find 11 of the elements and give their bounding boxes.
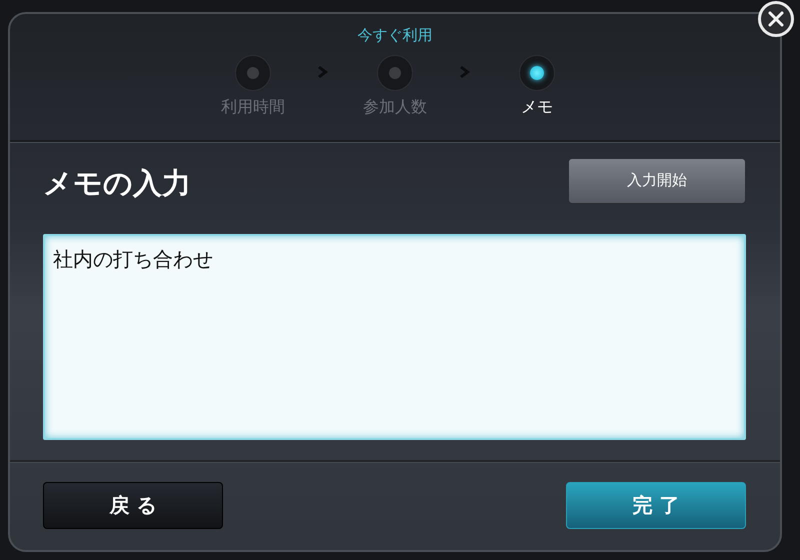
back-button[interactable]: 戻 る [43,482,223,530]
memo-field[interactable]: 社内の打ち合わせ [43,234,746,440]
dialog-title: 今すぐ利用 [358,26,432,45]
section-heading: メモの入力 [43,164,191,202]
step-label: 参加人数 [363,97,427,118]
done-button[interactable]: 完 了 [566,482,746,530]
step-label: 利用時間 [221,97,285,118]
step-label: メモ [521,97,553,118]
close-icon [767,10,785,28]
close-button[interactable] [758,1,794,37]
start-input-button[interactable]: 入力開始 [568,158,746,204]
